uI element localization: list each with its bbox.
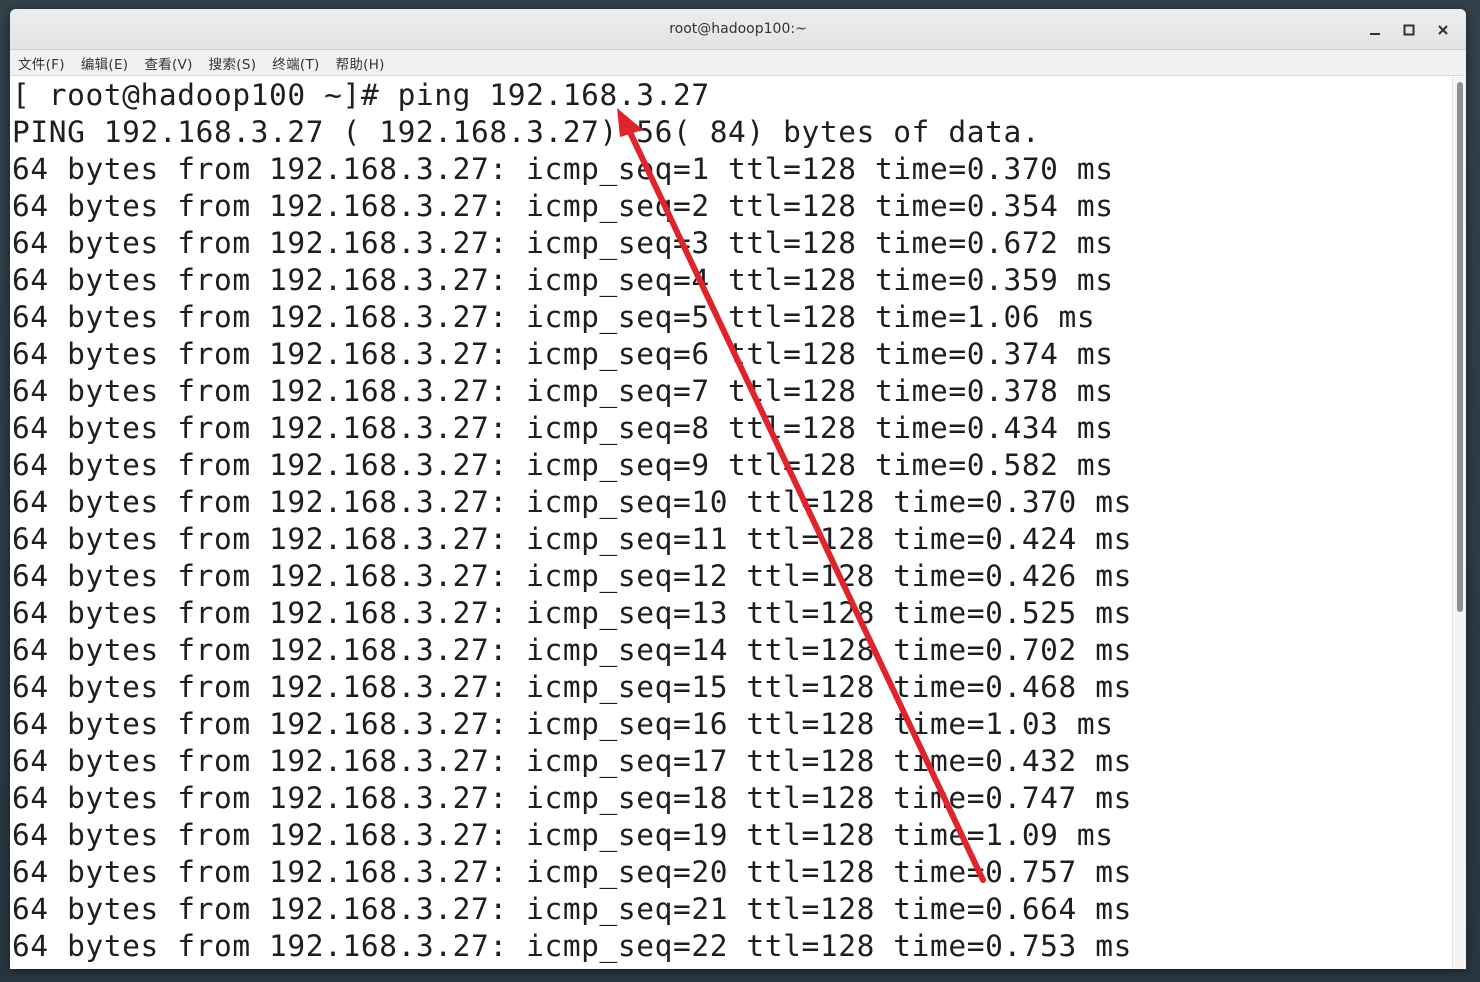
ping-reply-line: 64 bytes from 192.168.3.27: icmp_seq=8 t… <box>12 411 1114 445</box>
ping-reply-line: 64 bytes from 192.168.3.27: icmp_seq=7 t… <box>12 374 1114 408</box>
title-bar[interactable]: root@hadoop100:~ <box>10 9 1466 50</box>
ping-reply-line: 64 bytes from 192.168.3.27: icmp_seq=3 t… <box>12 226 1114 260</box>
menu-search[interactable]: 搜索(S) <box>205 53 265 73</box>
close-icon <box>1438 24 1448 35</box>
menu-file[interactable]: 文件(F) <box>14 53 73 73</box>
ping-reply-line: 64 bytes from 192.168.3.27: icmp_seq=18 … <box>12 781 1132 815</box>
terminal-window: root@hadoop100:~ 文件(F) 编辑(E) 查看(V) 搜索(S)… <box>10 9 1466 969</box>
ping-reply-line: 64 bytes from 192.168.3.27: icmp_seq=9 t… <box>12 448 1114 482</box>
ping-reply-line: 64 bytes from 192.168.3.27: icmp_seq=22 … <box>12 929 1132 963</box>
window-title: root@hadoop100:~ <box>669 21 807 37</box>
ping-reply-line: 64 bytes from 192.168.3.27: icmp_seq=13 … <box>12 596 1132 630</box>
ping-reply-line: 64 bytes from 192.168.3.27: icmp_seq=20 … <box>12 855 1132 889</box>
minimize-icon <box>1370 32 1380 35</box>
ping-reply-line: 64 bytes from 192.168.3.27: icmp_seq=1 t… <box>12 152 1114 186</box>
ping-reply-line: 64 bytes from 192.168.3.27: icmp_seq=11 … <box>12 522 1132 556</box>
ping-reply-line: 64 bytes from 192.168.3.27: icmp_seq=16 … <box>12 707 1114 741</box>
ping-reply-line: 64 bytes from 192.168.3.27: icmp_seq=5 t… <box>12 300 1096 334</box>
menu-help[interactable]: 帮助(H) <box>332 53 393 73</box>
ping-reply-line: 64 bytes from 192.168.3.27: icmp_seq=2 t… <box>12 189 1114 223</box>
minimize-button[interactable] <box>1360 15 1390 45</box>
window-controls <box>1360 9 1458 50</box>
ping-reply-line: 64 bytes from 192.168.3.27: icmp_seq=10 … <box>12 485 1132 519</box>
menu-edit[interactable]: 编辑(E) <box>77 53 137 73</box>
maximize-button[interactable] <box>1394 15 1424 45</box>
command-line: [ root@hadoop100 ~]# ping 192.168.3.27 <box>12 78 710 112</box>
terminal-output[interactable]: [ root@hadoop100 ~]# ping 192.168.3.27 PI… <box>10 77 1452 969</box>
ping-reply-line: 64 bytes from 192.168.3.27: icmp_seq=14 … <box>12 633 1132 667</box>
ping-reply-line: 64 bytes from 192.168.3.27: icmp_seq=21 … <box>12 892 1132 926</box>
close-button[interactable] <box>1428 15 1458 45</box>
ping-reply-line: 64 bytes from 192.168.3.27: icmp_seq=4 t… <box>12 263 1114 297</box>
scrollbar-thumb[interactable] <box>1457 82 1463 612</box>
ping-reply-line: 64 bytes from 192.168.3.27: icmp_seq=17 … <box>12 744 1132 778</box>
ping-reply-line: 64 bytes from 192.168.3.27: icmp_seq=19 … <box>12 818 1114 852</box>
ping-reply-line: 64 bytes from 192.168.3.27: icmp_seq=12 … <box>12 559 1132 593</box>
menu-view[interactable]: 查看(V) <box>140 53 200 73</box>
ping-reply-line: 64 bytes from 192.168.3.27: icmp_seq=15 … <box>12 670 1132 704</box>
desktop-background: root@hadoop100:~ 文件(F) 编辑(E) 查看(V) 搜索(S)… <box>0 0 1480 982</box>
menu-terminal[interactable]: 终端(T) <box>268 53 327 73</box>
menu-bar: 文件(F) 编辑(E) 查看(V) 搜索(S) 终端(T) 帮助(H) <box>10 50 1466 76</box>
vertical-scrollbar[interactable] <box>1452 77 1466 969</box>
ping-header-line: PING 192.168.3.27 ( 192.168.3.27) 56( 84… <box>12 115 1041 149</box>
ping-reply-line: 64 bytes from 192.168.3.27: icmp_seq=6 t… <box>12 337 1114 371</box>
maximize-icon <box>1403 24 1415 35</box>
